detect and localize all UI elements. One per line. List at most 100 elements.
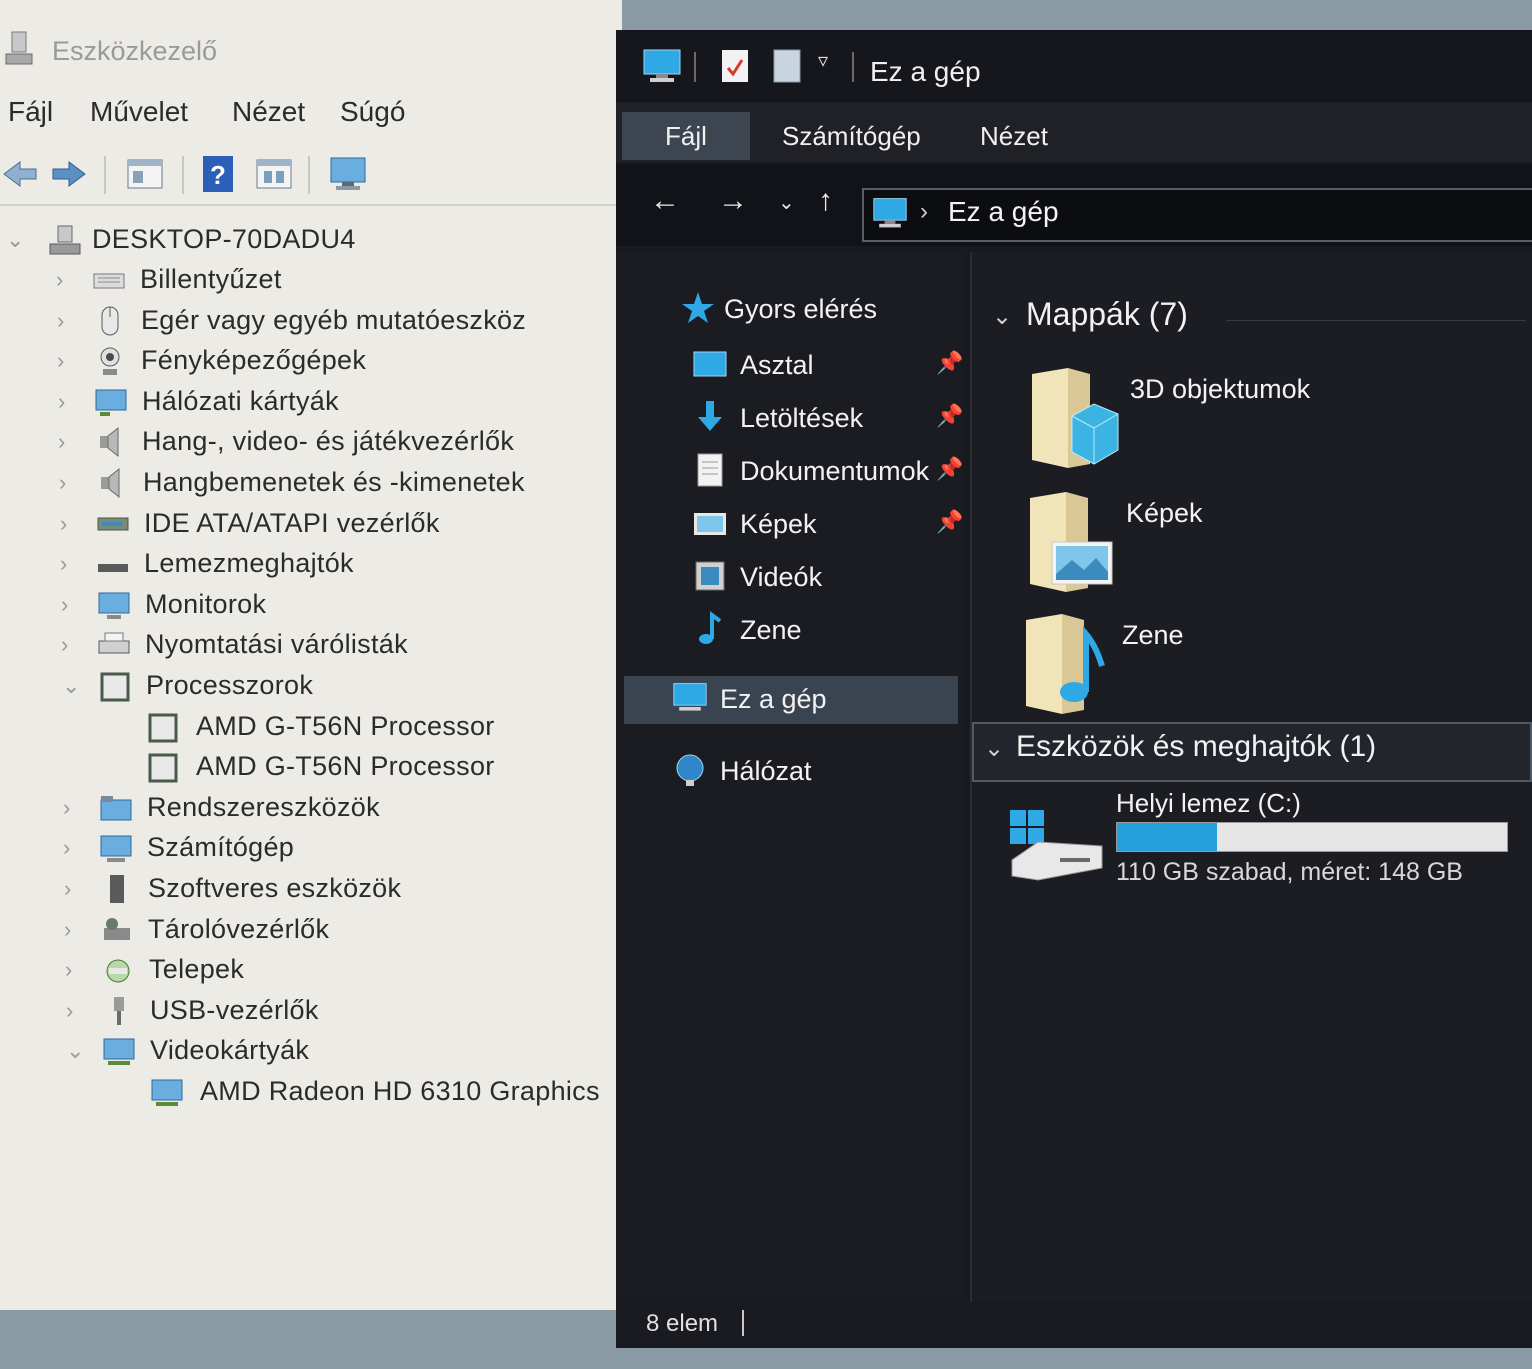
- chevron-right-icon[interactable]: ›: [64, 918, 86, 942]
- menu-file[interactable]: Fájl: [8, 96, 53, 128]
- tree-category[interactable]: › IDE ATA/ATAPI vezérlők: [0, 506, 610, 546]
- forward-arrow-icon[interactable]: →: [718, 184, 748, 218]
- chevron-down-icon[interactable]: ⌄: [66, 1039, 88, 1063]
- address-path[interactable]: Ez a gép: [948, 196, 1059, 228]
- tree-device[interactable]: AMD Radeon HD 6310 Graphics: [0, 1074, 610, 1114]
- monitor-icon: [98, 592, 130, 619]
- properties-icon[interactable]: [124, 154, 166, 194]
- chevron-right-icon[interactable]: ›: [63, 836, 85, 860]
- pin-icon[interactable]: 📌: [936, 509, 963, 535]
- tree-category-label: Számítógép: [147, 832, 295, 862]
- drive-free-space: 110 GB szabad, méret: 148 GB: [1116, 858, 1463, 886]
- software-device-icon: [110, 875, 124, 903]
- scan-hardware-icon[interactable]: [326, 154, 370, 194]
- address-bar[interactable]: › Ez a gép: [862, 188, 1532, 242]
- drive-tile-c[interactable]: Helyi lemez (C:) 110 GB szabad, méret: 1…: [1008, 788, 1528, 898]
- help-icon[interactable]: ?: [198, 154, 238, 194]
- properties-icon[interactable]: [720, 48, 750, 84]
- nav-item[interactable]: Videók: [616, 554, 962, 602]
- tree-category[interactable]: › Hangbemenetek és -kimenetek: [0, 465, 610, 505]
- chevron-right-icon[interactable]: ›: [58, 430, 80, 454]
- tree-category[interactable]: › USB-vezérlők: [0, 993, 610, 1033]
- tree-category[interactable]: ⌄ Videokártyák: [0, 1033, 610, 1073]
- chevron-right-icon[interactable]: ›: [59, 471, 81, 495]
- tree-category[interactable]: › Szoftveres eszközök: [0, 871, 610, 911]
- back-arrow-icon[interactable]: [0, 154, 40, 194]
- nav-network[interactable]: Hálózat: [616, 748, 962, 796]
- chevron-right-icon[interactable]: ›: [57, 309, 79, 333]
- chevron-down-icon[interactable]: ⌄: [62, 674, 84, 698]
- chevron-right-icon[interactable]: ›: [60, 512, 82, 536]
- tab-view[interactable]: Nézet: [980, 112, 1048, 160]
- display-adapter-icon: [103, 1038, 135, 1065]
- chevron-down-icon[interactable]: ⌄: [6, 228, 28, 252]
- tree-device[interactable]: AMD G-T56N Processor: [0, 749, 610, 789]
- tree-category[interactable]: › Egér vagy egyéb mutatóeszköz: [0, 303, 610, 343]
- nav-quick-access[interactable]: Gyors elérés: [616, 286, 962, 334]
- pin-icon[interactable]: 📌: [936, 403, 963, 429]
- chevron-right-icon[interactable]: ›: [61, 633, 83, 657]
- pin-icon[interactable]: 📌: [936, 350, 963, 376]
- processor-icon: [148, 713, 178, 743]
- group-folders[interactable]: ⌄ Mappák (7): [986, 292, 1526, 348]
- devmgr-title: Eszközkezelő: [52, 36, 218, 66]
- tree-category[interactable]: › Számítógép: [0, 830, 610, 870]
- tree-category[interactable]: › Monitorok: [0, 587, 610, 627]
- update-driver-icon[interactable]: [252, 154, 296, 194]
- breadcrumb-chevron-icon[interactable]: ›: [920, 198, 928, 226]
- tree-root[interactable]: ⌄ DESKTOP-70DADU4: [4, 222, 604, 262]
- chevron-right-icon[interactable]: ›: [63, 796, 85, 820]
- tree-device[interactable]: AMD G-T56N Processor: [0, 709, 610, 749]
- chevron-right-icon[interactable]: ›: [61, 593, 83, 617]
- processor-icon: [100, 672, 130, 702]
- folder-tile[interactable]: Zene: [1022, 610, 1502, 720]
- chevron-right-icon[interactable]: ›: [65, 958, 87, 982]
- customize-qat-icon[interactable]: ▿: [818, 48, 828, 73]
- folder-tile[interactable]: 3D objektumok: [1028, 364, 1508, 474]
- group-devices[interactable]: ⌄ Eszközök és meghajtók (1): [972, 722, 1532, 782]
- chevron-right-icon[interactable]: ›: [66, 999, 88, 1023]
- tree-category[interactable]: ⌄ Processzorok: [0, 668, 610, 708]
- tree-category[interactable]: › Nyomtatási várólisták: [0, 627, 610, 667]
- pin-icon[interactable]: 📌: [936, 456, 963, 482]
- menu-help[interactable]: Súgó: [340, 96, 405, 128]
- chevron-right-icon[interactable]: ›: [57, 349, 79, 373]
- tab-file[interactable]: Fájl: [622, 112, 750, 160]
- battery-icon: [106, 959, 130, 983]
- chevron-right-icon[interactable]: ›: [60, 552, 82, 576]
- recent-locations-icon[interactable]: ⌄: [778, 190, 795, 215]
- tab-computer[interactable]: Számítógép: [782, 112, 921, 160]
- printer-icon: [98, 632, 130, 654]
- nav-item[interactable]: Asztal 📌: [616, 342, 963, 390]
- speaker-icon: [101, 467, 120, 499]
- tree-category[interactable]: › Hálózati kártyák: [0, 384, 610, 424]
- menu-view[interactable]: Nézet: [232, 96, 305, 128]
- tree-category[interactable]: › Hang-, video- és játékvezérlők: [0, 424, 610, 464]
- tree-category[interactable]: › Telepek: [0, 952, 610, 992]
- computer-root-icon: [49, 225, 81, 255]
- chevron-right-icon[interactable]: ›: [56, 268, 78, 292]
- tree-category[interactable]: › Fényképezőgépek: [0, 343, 610, 383]
- menu-action[interactable]: Művelet: [90, 96, 188, 128]
- chevron-down-icon[interactable]: ⌄: [984, 734, 1004, 763]
- new-folder-icon[interactable]: [772, 48, 802, 84]
- nav-item[interactable]: Képek 📌: [616, 501, 963, 549]
- tree-category[interactable]: › Tárolóvezérlők: [0, 912, 610, 952]
- tree-category-label: Billentyűzet: [140, 264, 282, 294]
- nav-item[interactable]: Zene: [616, 607, 962, 655]
- nav-this-pc[interactable]: Ez a gép: [624, 676, 958, 724]
- chevron-right-icon[interactable]: ›: [58, 390, 80, 414]
- forward-arrow-icon[interactable]: [48, 154, 90, 194]
- back-arrow-icon[interactable]: ←: [650, 184, 680, 218]
- chevron-right-icon[interactable]: ›: [64, 877, 86, 901]
- tree-category[interactable]: › Lemezmeghajtók: [0, 546, 610, 586]
- tree-category[interactable]: › Billentyűzet: [0, 262, 610, 302]
- tree-category[interactable]: › Rendszereszközök: [0, 790, 610, 830]
- drive-usage-bar: [1116, 822, 1508, 852]
- nav-item[interactable]: Letöltések 📌: [616, 395, 963, 443]
- up-arrow-icon[interactable]: ↑: [818, 184, 833, 218]
- nav-item[interactable]: Dokumentumok 📌: [616, 448, 963, 496]
- navigation-pane: Gyors elérés Asztal 📌 Letöltések 📌 Dokumentu…: [616, 252, 963, 1302]
- chevron-down-icon[interactable]: ⌄: [992, 302, 1012, 331]
- folder-tile[interactable]: Képek: [1026, 488, 1506, 598]
